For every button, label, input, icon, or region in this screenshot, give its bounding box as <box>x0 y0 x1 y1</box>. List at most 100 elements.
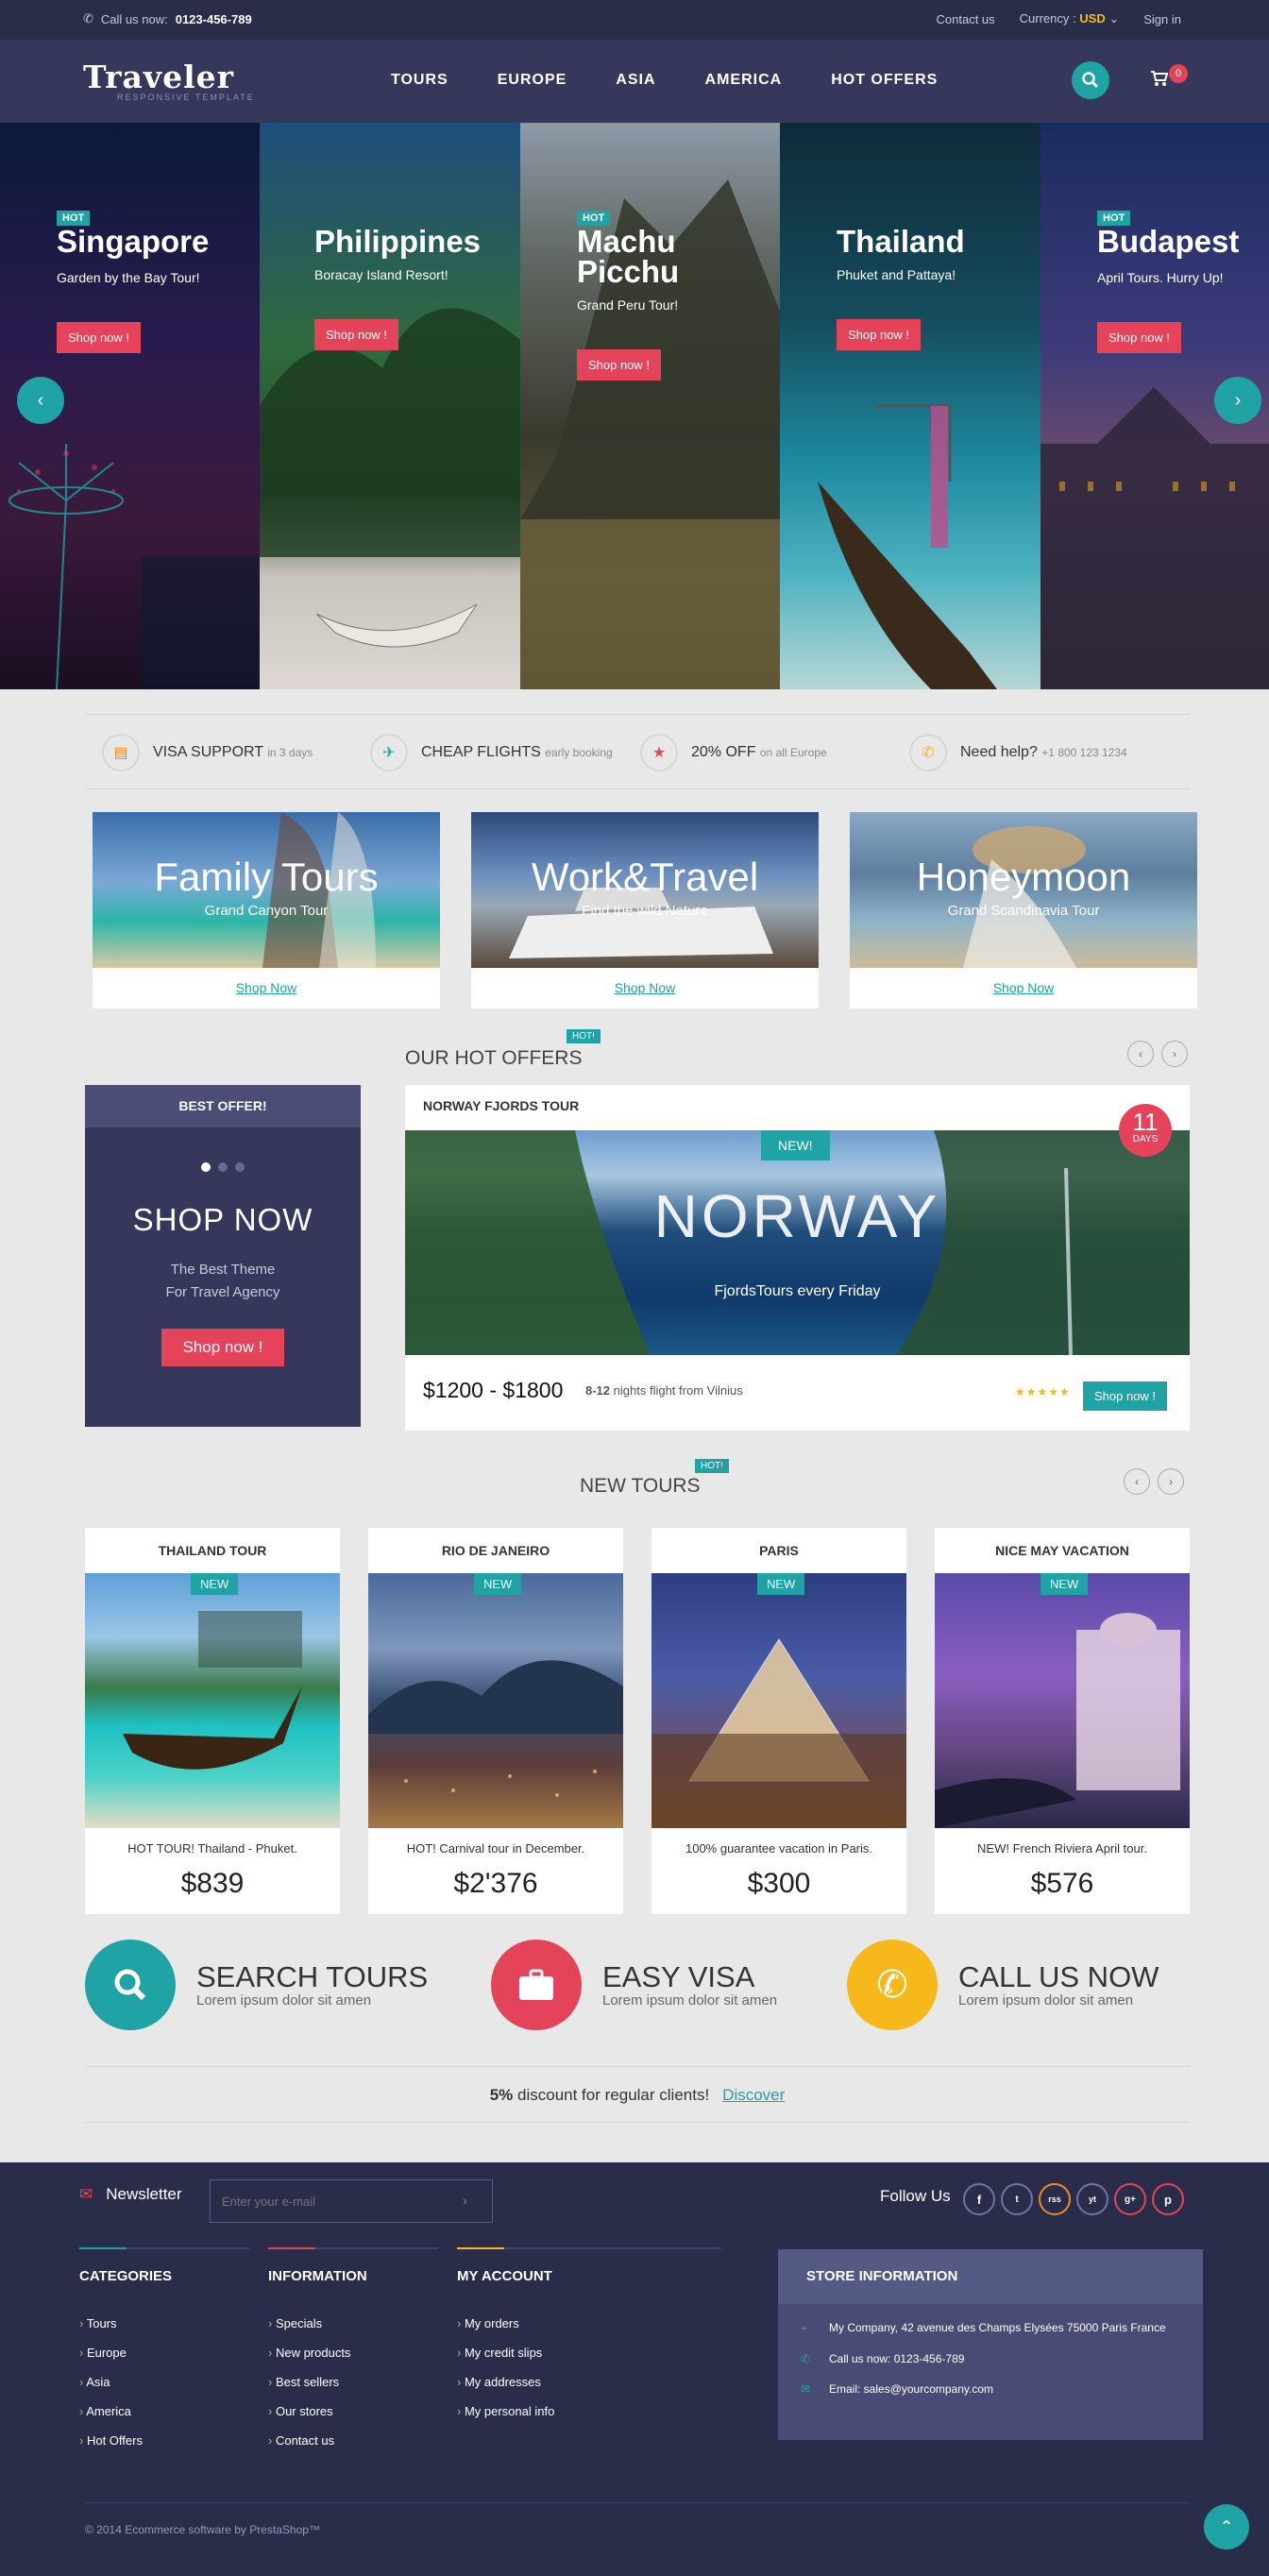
footer-link[interactable]: Asia <box>79 2375 249 2389</box>
offer-days-badge: 11 DAYS <box>1119 1104 1172 1157</box>
cart-button[interactable] <box>1150 70 1169 92</box>
youtube-icon[interactable]: yt <box>1076 2183 1108 2215</box>
footer-link[interactable]: Specials <box>268 2316 438 2330</box>
slide-subtitle: Garden by the Bay Tour! <box>57 270 200 285</box>
slide-philippines[interactable]: Philippines Boracay Island Resort! Shop … <box>260 123 520 689</box>
currency-selector[interactable]: Currency : USD ⌄ <box>1020 11 1120 26</box>
feature-sub: in 3 days <box>267 746 313 759</box>
footer-link[interactable]: Contact us <box>268 2433 438 2448</box>
facebook-icon[interactable]: f <box>963 2183 995 2215</box>
tour-card-paris[interactable]: PARIS NEW 100% guarantee vacation in Par… <box>651 1528 906 1914</box>
chevron-left-icon: ‹ <box>1135 1475 1139 1488</box>
slide-title: Budapest <box>1097 224 1240 259</box>
cart-count-badge: 0 <box>1169 64 1188 83</box>
service-title: CALL US NOW <box>958 1959 1159 1993</box>
slide-image <box>260 308 520 648</box>
nav-asia[interactable]: ASIA <box>616 72 655 89</box>
signin-link[interactable]: Sign in <box>1143 12 1181 26</box>
footer-link[interactable]: America <box>79 2404 249 2418</box>
banner-honeymoon[interactable]: Honeymoon Grand Scandinavia Tour Shop No… <box>850 812 1197 1008</box>
banner-shop-link[interactable]: Shop Now <box>93 980 440 995</box>
days-number: 11 <box>1132 1108 1159 1136</box>
footer-link[interactable]: Europe <box>79 2346 249 2360</box>
offers-next-button[interactable]: › <box>1161 1041 1188 1067</box>
tour-price: $2'376 <box>453 1868 538 1899</box>
service-search-tours[interactable]: SEARCH TOURS Lorem ipsum dolor sit amen <box>85 1940 428 2030</box>
pinterest-icon[interactable]: p <box>1152 2183 1184 2215</box>
banner-title: Work&Travel <box>531 855 759 899</box>
slide-shop-button[interactable]: Shop now ! <box>57 322 142 353</box>
best-offer-header: BEST OFFER! <box>85 1085 361 1127</box>
rss-icon[interactable]: rss <box>1039 2183 1071 2215</box>
back-to-top-button[interactable]: ⌃ <box>1204 2504 1249 2550</box>
tour-photo-shape <box>651 1638 906 1828</box>
tours-next-button[interactable]: › <box>1158 1468 1184 1495</box>
logo[interactable]: Traveler <box>83 59 234 95</box>
service-call-us[interactable]: ✆ CALL US NOW Lorem ipsum dolor sit amen <box>847 1940 1159 2030</box>
slide-thailand[interactable]: Thailand Phuket and Pattaya! Shop now ! <box>780 123 1041 689</box>
slide-shop-button[interactable]: Shop now ! <box>1097 322 1182 353</box>
nav-europe[interactable]: EUROPE <box>498 72 567 89</box>
chevron-right-icon[interactable]: › <box>463 2193 467 2208</box>
slide-shop-button[interactable]: Shop now ! <box>577 349 662 381</box>
banner-family-tours[interactable]: Family Tours Grand Canyon Tour Shop Now <box>93 812 440 1008</box>
chevron-left-icon: ‹ <box>37 389 44 411</box>
footer-link[interactable]: Our stores <box>268 2404 438 2418</box>
tour-description: NEW! French Riviera April tour. <box>977 1841 1147 1856</box>
offers-prev-button[interactable]: ‹ <box>1127 1041 1154 1067</box>
feature-help: ✆ Need help? +1 800 123 1234 <box>909 734 1127 771</box>
offer-shop-button[interactable]: Shop now ! <box>1083 1381 1168 1411</box>
nav-america[interactable]: AMERICA <box>705 72 783 89</box>
best-offer-shop-button[interactable]: Shop now ! <box>161 1329 284 1366</box>
tour-card-rio[interactable]: RIO DE JANEIRO NEW HOT! Carnival tour in… <box>368 1528 623 1914</box>
store-info-title: STORE INFORMATION <box>778 2249 1203 2304</box>
nav-tours[interactable]: TOURS <box>391 72 448 89</box>
footer-link[interactable]: Hot Offers <box>79 2433 249 2448</box>
banner-shop-link[interactable]: Shop Now <box>850 980 1197 995</box>
promo-text: discount for regular clients! <box>517 2086 710 2104</box>
store-address: My Company, 42 avenue des Champs Elysées… <box>829 2321 1166 2334</box>
footer-link[interactable]: My credit slips <box>457 2346 721 2360</box>
cart-icon <box>1151 71 1169 86</box>
footer-link[interactable]: My personal info <box>457 2404 721 2418</box>
footer-link[interactable]: My orders <box>457 2316 721 2330</box>
offer-nights: 8-12 <box>585 1383 611 1398</box>
twitter-icon[interactable]: t <box>1001 2183 1033 2215</box>
banner-shop-link[interactable]: Shop Now <box>471 980 819 995</box>
feature-sub: +1 800 123 1234 <box>1041 746 1127 759</box>
feature-title: VISA SUPPORT <box>153 744 263 760</box>
nav-hot-offers[interactable]: HOT OFFERS <box>831 72 938 89</box>
slider-prev-button[interactable]: ‹ <box>17 377 64 424</box>
search-button[interactable] <box>1072 61 1109 99</box>
newsletter-email-input[interactable] <box>210 2179 493 2223</box>
tour-card-thailand[interactable]: THAILAND TOUR NEW HOT TOUR! Thailand - P… <box>85 1528 340 1914</box>
service-easy-visa[interactable]: EASY VISA Lorem ipsum dolor sit amen <box>491 1940 777 2030</box>
footer-link[interactable]: Tours <box>79 2316 249 2330</box>
carousel-dot[interactable] <box>235 1162 245 1172</box>
contact-link[interactable]: Contact us <box>937 12 995 26</box>
google-plus-icon[interactable]: g+ <box>1114 2183 1146 2215</box>
call-info: ✆ Call us now: 0123-456-789 <box>83 11 252 26</box>
footer-link[interactable]: New products <box>268 2346 438 2360</box>
carousel-dot[interactable] <box>218 1162 228 1172</box>
chevron-right-icon: › <box>1169 1475 1173 1488</box>
footer-link[interactable]: Best sellers <box>268 2375 438 2389</box>
footer-link[interactable]: My addresses <box>457 2375 721 2389</box>
copyright: © 2014 Ecommerce software by PrestaShop™ <box>85 2523 320 2536</box>
banner-work-travel[interactable]: Work&Travel Find the wild Nature Shop No… <box>471 812 819 1008</box>
tours-prev-button[interactable]: ‹ <box>1124 1468 1150 1495</box>
slide-shop-button[interactable]: Shop now ! <box>837 319 922 350</box>
divider <box>79 2247 249 2249</box>
phone-icon: ✆ <box>847 1940 938 2030</box>
slide-machu-picchu[interactable]: HOT Machu Picchu Grand Peru Tour! Shop n… <box>520 123 780 689</box>
discover-link[interactable]: Discover <box>722 2086 785 2104</box>
service-sub: Lorem ipsum dolor sit amen <box>958 1991 1134 2008</box>
tour-card-nice[interactable]: NICE MAY VACATION NEW NEW! French Rivier… <box>935 1528 1190 1914</box>
divider-accent <box>457 2247 504 2249</box>
feature-flights: ✈ CHEAP FLIGHTS early booking <box>370 734 613 771</box>
carousel-dot[interactable] <box>201 1162 211 1172</box>
slide-shop-button[interactable]: Shop now ! <box>314 319 399 350</box>
slider-next-button[interactable]: › <box>1214 377 1261 424</box>
banner-title: Honeymoon <box>916 855 1131 899</box>
store-email[interactable]: Email: sales@yourcompany.com <box>829 2382 993 2396</box>
